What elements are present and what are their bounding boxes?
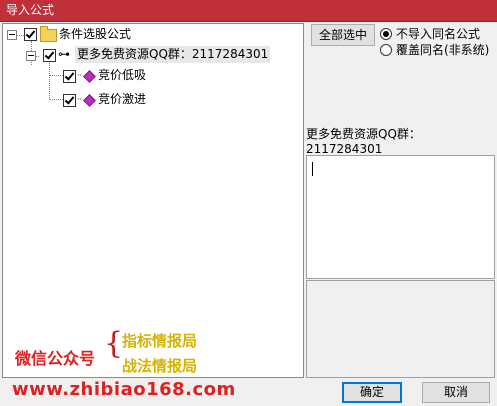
ok-button[interactable]: 确定 <box>342 382 402 403</box>
watermark-url: www.zhibiao168.com <box>12 379 236 400</box>
collapse-toggle[interactable] <box>7 30 17 40</box>
group-checkbox[interactable] <box>43 49 56 62</box>
window-title: 导入公式 <box>6 3 55 17</box>
formula-info-text: 更多免费资源QQ群：2117284301 <box>306 127 421 156</box>
item-checkbox[interactable] <box>63 70 76 83</box>
tree-node-item[interactable]: ·· 竞价低吸 <box>3 67 293 84</box>
brand-name-1: 指标情报局 <box>122 332 198 350</box>
description-textarea[interactable] <box>306 155 495 279</box>
preview-panel <box>306 280 495 378</box>
brand-name-2: 战法情报局 <box>122 357 198 375</box>
tree-node-label: 竞价激进 <box>98 92 147 106</box>
item-checkbox[interactable] <box>63 94 76 107</box>
tree-node-label: 竞价低吸 <box>98 68 147 82</box>
radio-label-overwrite[interactable]: 覆盖同名(非系统) <box>396 41 489 58</box>
radio-skip-duplicates[interactable] <box>380 28 392 40</box>
key-icon: ⊶ <box>58 47 70 61</box>
select-all-button[interactable]: 全部选中 <box>311 24 375 46</box>
tree-node-item[interactable]: ·· 竞价激进 <box>3 91 293 108</box>
cancel-button[interactable]: 取消 <box>422 382 490 403</box>
title-bar: 导入公式 <box>0 0 497 22</box>
text-caret <box>312 162 313 176</box>
brace-glyph: { <box>104 326 124 361</box>
tree-node-group[interactable]: ⊶ 更多免费资源QQ群：2117284301 <box>3 46 293 63</box>
tree-node-label: 条件选股公式 <box>59 27 132 41</box>
dots-icon: ·· <box>77 95 82 105</box>
folder-icon <box>40 26 57 42</box>
tree-node-label: 更多免费资源QQ群：2117284301 <box>75 46 271 63</box>
dots-icon: ·· <box>77 71 82 81</box>
collapse-toggle[interactable] <box>26 51 36 61</box>
tree-node-root[interactable]: 条件选股公式 <box>3 26 293 43</box>
diamond-icon <box>83 70 96 83</box>
diamond-icon <box>83 94 96 107</box>
root-checkbox[interactable] <box>24 28 37 41</box>
wechat-label: 微信公众号 <box>15 349 96 368</box>
radio-overwrite[interactable] <box>380 44 392 56</box>
radio-label-skip[interactable]: 不导入同名公式 <box>396 25 480 42</box>
formula-tree[interactable]: 条件选股公式 ⊶ 更多免费资源QQ群：2117284301 ·· 竞价低吸 ··… <box>2 23 304 378</box>
